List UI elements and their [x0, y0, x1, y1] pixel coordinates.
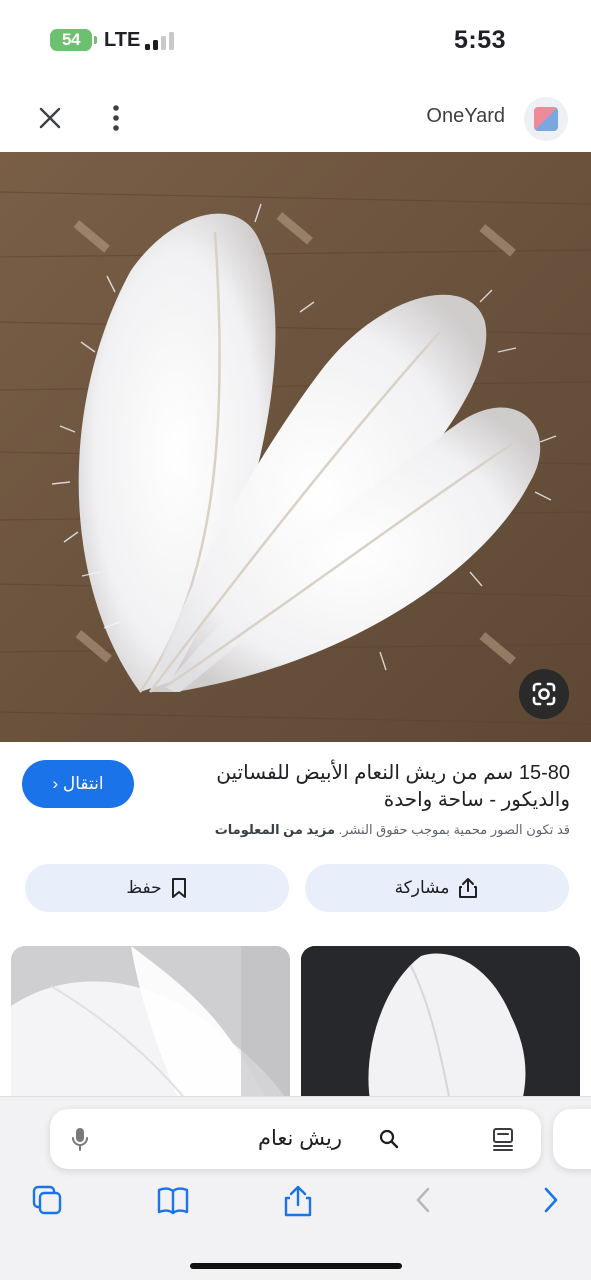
lens-search-icon	[532, 682, 556, 706]
bookmark-icon	[171, 878, 186, 898]
save-button[interactable]: حفظ	[25, 864, 289, 912]
copyright-notice: قد تكون الصور محمية بموجب حقوق النشر. مز…	[150, 820, 570, 840]
ostrich-feathers-image	[0, 152, 591, 742]
more-vertical-icon	[113, 105, 119, 131]
forward-icon[interactable]	[538, 1183, 564, 1217]
related-feather-image-2	[301, 946, 580, 1106]
result-title[interactable]: 15-80 سم من ريش النعام الأبيض للفساتين و…	[150, 760, 570, 814]
more-info-link[interactable]: مزيد من المعلومات	[215, 822, 335, 837]
related-image[interactable]	[11, 946, 290, 1106]
share-label: مشاركة	[394, 878, 450, 897]
google-lens-button[interactable]	[519, 669, 569, 719]
more-options-button[interactable]	[98, 98, 134, 138]
browser-bottom-bar: ريش نعام	[0, 1096, 591, 1280]
search-icon	[379, 1129, 399, 1149]
chevron-left-icon: ‹	[52, 774, 59, 793]
related-feather-image-1	[11, 946, 290, 1106]
address-bar[interactable]: ريش نعام	[50, 1109, 541, 1169]
site-name[interactable]: OneYard	[426, 104, 505, 128]
signal-icon	[145, 32, 177, 50]
status-time: 5:53	[454, 26, 507, 54]
status-bar: 54 LTE 5:53	[0, 0, 591, 80]
microphone-icon[interactable]	[70, 1125, 90, 1153]
bookmarks-icon[interactable]	[155, 1183, 191, 1217]
share-button[interactable]: مشاركة	[305, 864, 569, 912]
search-query[interactable]: ريش نعام	[200, 1126, 400, 1152]
copyright-text: قد تكون الصور محمية بموجب حقوق النشر.	[338, 822, 570, 837]
next-tab-preview[interactable]	[553, 1109, 591, 1169]
network-type: LTE	[104, 29, 141, 51]
site-logo[interactable]	[524, 97, 568, 141]
visit-label: انتقال	[62, 774, 104, 793]
main-image[interactable]	[0, 152, 591, 742]
back-icon[interactable]	[410, 1183, 436, 1217]
close-icon	[39, 107, 61, 129]
share-icon	[459, 878, 478, 898]
save-label: حفظ	[126, 878, 162, 897]
tabs-icon[interactable]	[30, 1183, 64, 1217]
site-favicon-icon	[534, 107, 558, 131]
related-image[interactable]	[301, 946, 580, 1106]
visit-site-button[interactable]: انتقال ‹	[22, 760, 134, 808]
share-icon[interactable]	[282, 1183, 314, 1219]
home-indicator	[190, 1263, 402, 1269]
battery-indicator: 54	[50, 29, 97, 51]
reader-mode-icon[interactable]	[490, 1126, 516, 1152]
image-viewer-header: OneYard	[0, 80, 591, 152]
close-button[interactable]	[30, 98, 70, 138]
